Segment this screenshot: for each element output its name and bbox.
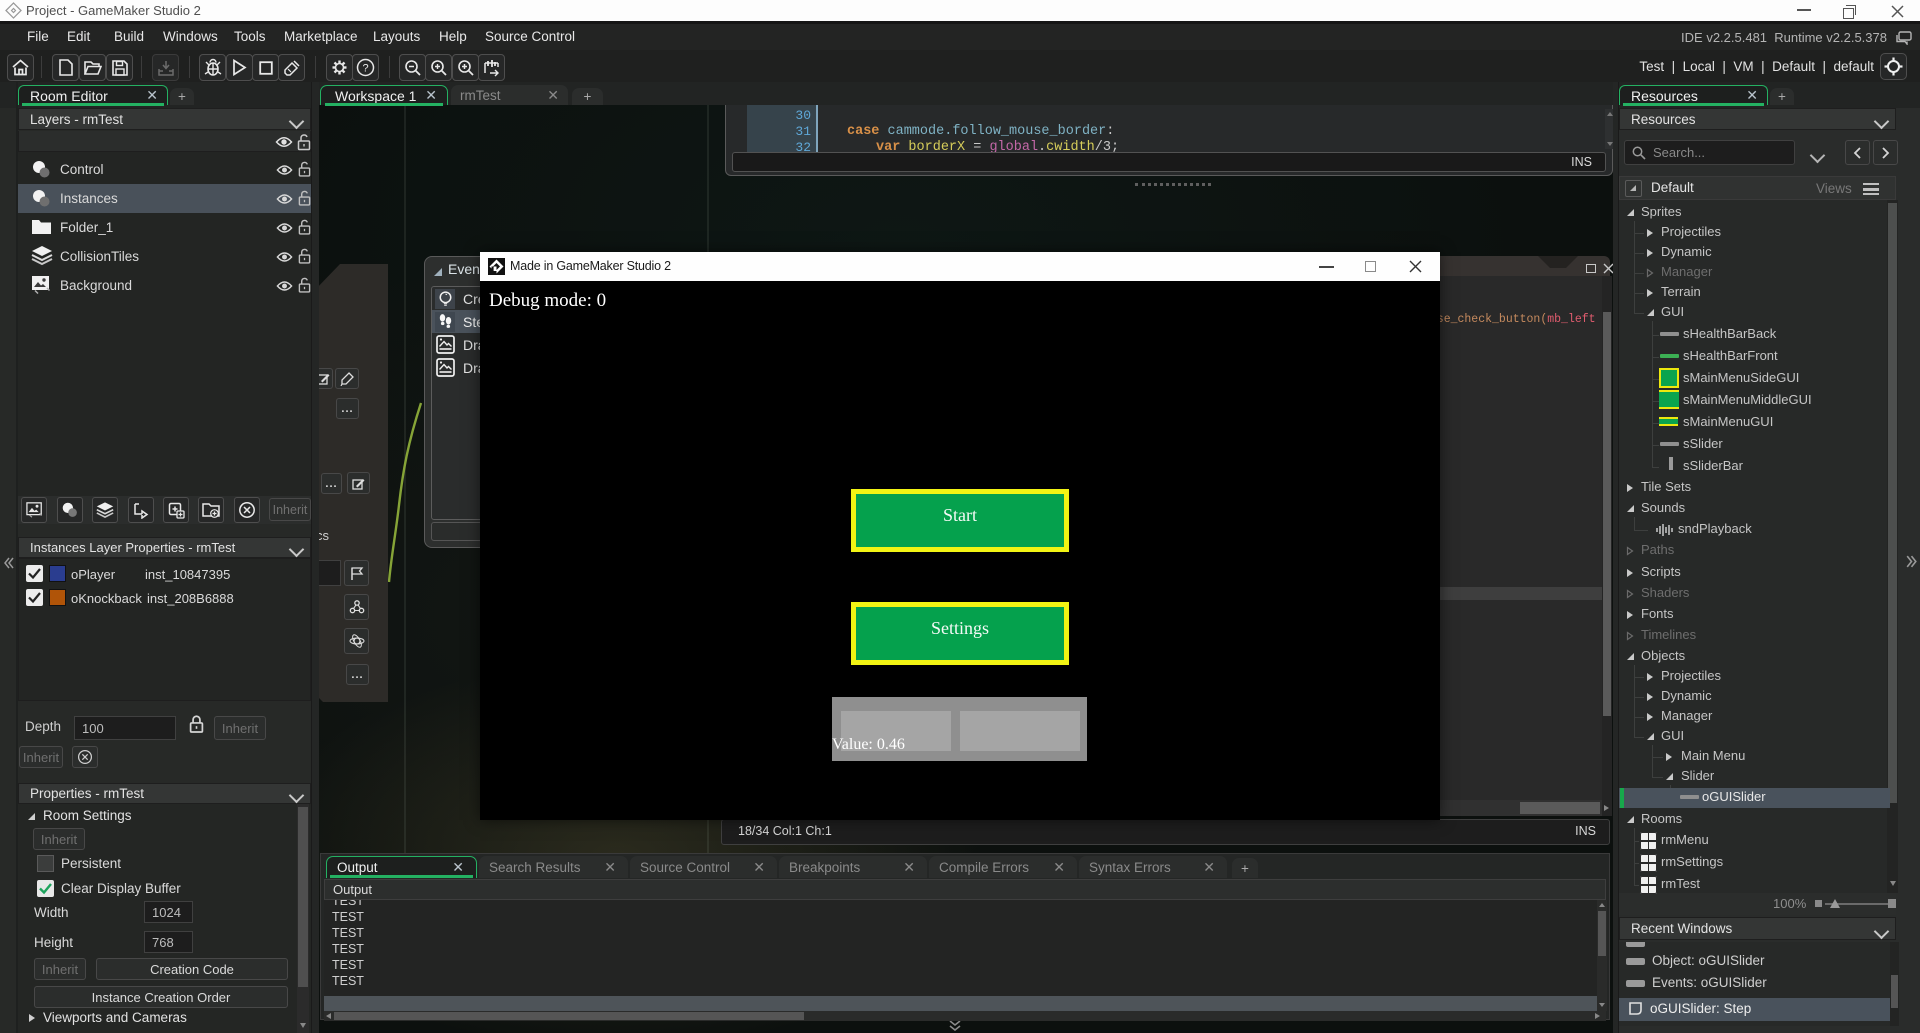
svg-text:?: ? — [362, 63, 368, 75]
